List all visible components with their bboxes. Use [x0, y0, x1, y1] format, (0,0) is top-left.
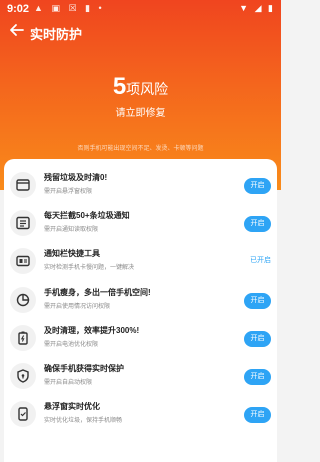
fix-prompt: 请立即修复 — [115, 108, 166, 119]
item-desc: 实时优化垃圾，保持手机顺畅 — [44, 418, 123, 424]
item-desc: 需开启自启动权限 — [44, 380, 93, 386]
enabled-status: 已开启 — [250, 257, 271, 264]
system-icons: ▼ ◢ ▮ — [239, 3, 275, 14]
item-desc: 需开启通知读取权限 — [44, 227, 99, 233]
sim-icon: ▮ — [85, 3, 94, 13]
status-bar: 9:02 ▲ ▣ ☒ ▮ • ▼ ◢ ▮ — [0, 0, 281, 18]
signal-icon: ◢ — [254, 3, 264, 13]
list-item-battery-optimize: 及时清理，效率提升300%! 需开启电池优化权限 开启 — [4, 320, 277, 358]
item-title: 确保手机获得实时保护 — [44, 364, 124, 373]
item-title: 手机瘦身，多出一倍手机空间! — [44, 288, 151, 297]
item-title: 悬浮窗实时优化 — [44, 402, 100, 411]
item-desc: 需开启悬浮窗权限 — [44, 189, 93, 195]
alert-icon: ▲ — [34, 3, 46, 13]
list-item-realtime-protection: 确保手机获得实时保护 需开启自启动权限 开启 — [4, 358, 277, 396]
window-icon — [10, 172, 36, 198]
item-desc: 需开启使用情况访问权限 — [44, 304, 111, 310]
battery-icon — [10, 325, 36, 351]
protection-list: 残留垃圾及时清0! 需开启悬浮窗权限 开启 每天拦截50+条垃圾通知 需开启通知… — [4, 159, 277, 462]
list-item-notification-toolbar: 通知栏快捷工具 实时检测手机卡慢问题，一键解决 已开启 — [4, 243, 277, 281]
risk-label: 项风险 — [126, 81, 169, 97]
enable-button[interactable]: 开启 — [244, 216, 271, 232]
status-icons: ▲ ▣ ☒ ▮ • — [34, 3, 105, 14]
app-bar: 实时防护 — [0, 18, 281, 46]
item-title: 残留垃圾及时清0! — [44, 173, 108, 182]
phone-optimize-icon — [10, 401, 36, 427]
close-box-icon: ☒ — [68, 3, 80, 13]
pie-chart-icon — [10, 287, 36, 313]
shield-icon — [10, 363, 36, 389]
item-title: 及时清理，效率提升300%! — [44, 326, 140, 335]
risk-summary: 5项风险 — [0, 73, 281, 101]
list-item-notification-block: 每天拦截50+条垃圾通知 需开启通知读取权限 开启 — [4, 205, 277, 243]
item-title: 每天拦截50+条垃圾通知 — [44, 211, 130, 220]
status-time: 9:02 — [7, 3, 30, 15]
image-icon: ▣ — [51, 3, 63, 13]
risk-hint: 否则手机可能出现空间不足、发烫、卡顿等问题 — [77, 146, 204, 152]
enable-button[interactable]: 开启 — [244, 293, 271, 309]
page-title: 实时防护 — [30, 27, 83, 42]
notification-list-icon — [10, 210, 36, 236]
back-arrow-icon[interactable] — [8, 21, 26, 39]
toolbar-icon — [10, 248, 36, 274]
item-title: 通知栏快捷工具 — [44, 249, 100, 258]
wifi-icon: ▼ — [239, 3, 251, 13]
enable-button[interactable]: 开启 — [244, 369, 271, 385]
risk-count: 5 — [112, 73, 127, 100]
item-desc: 实时检测手机卡慢问题，一键解决 — [44, 265, 135, 271]
item-desc: 需开启电池优化权限 — [44, 342, 99, 348]
enable-button[interactable]: 开启 — [244, 407, 271, 423]
battery-status-icon: ▮ — [268, 3, 275, 13]
enable-button[interactable]: 开启 — [244, 178, 271, 194]
list-item-residual-junk: 残留垃圾及时清0! 需开启悬浮窗权限 开启 — [4, 167, 277, 205]
list-item-phone-slim: 手机瘦身，多出一倍手机空间! 需开启使用情况访问权限 开启 — [4, 282, 277, 320]
enable-button[interactable]: 开启 — [244, 331, 271, 347]
list-item-floating-window: 悬浮窗实时优化 实时优化垃圾，保持手机顺畅 开启 — [4, 396, 277, 434]
dot-icon: • — [98, 3, 105, 13]
